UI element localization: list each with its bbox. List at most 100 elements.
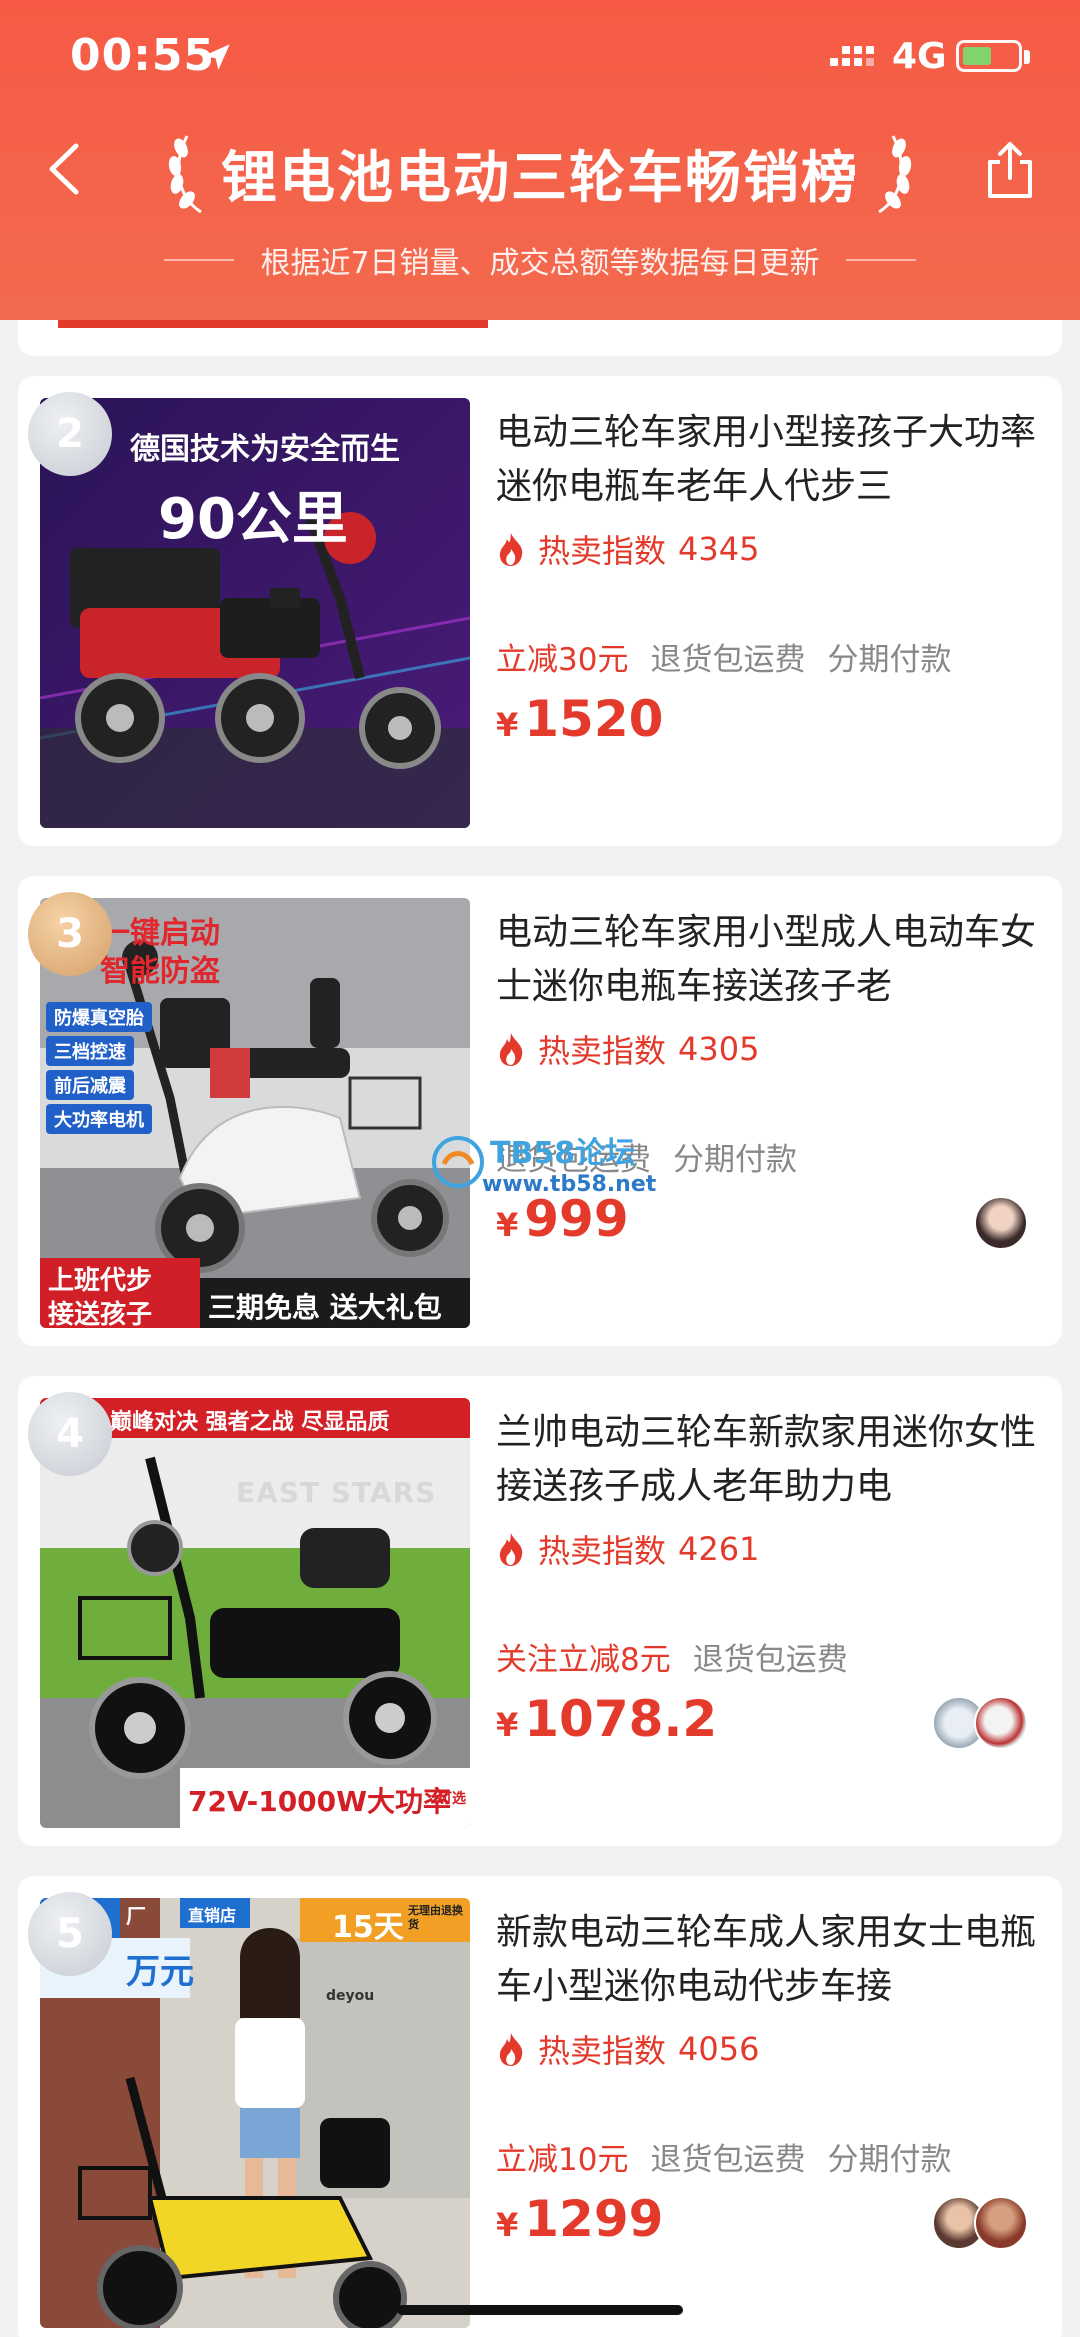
product-title[interactable]: 电动三轮车家用小型接孩子大功率迷你电瓶车老年人代步三 bbox=[496, 398, 1036, 506]
image-caption: 接送孩子 bbox=[48, 1300, 153, 1328]
status-time: 00:55 bbox=[70, 30, 216, 81]
rank-badge: 2 bbox=[28, 392, 112, 476]
flame-icon bbox=[499, 533, 523, 566]
hot-index-value: 4056 bbox=[678, 2030, 760, 2068]
tag-row: 关注立减8元 退货包运费 bbox=[496, 1634, 870, 1679]
currency-symbol: ¥ bbox=[496, 1706, 519, 1744]
image-caption: 巅峰对决 强者之战 尽显品质 bbox=[110, 1410, 390, 1435]
price: ¥ 1078.2 bbox=[496, 1690, 717, 1748]
flame-icon bbox=[499, 1533, 523, 1566]
signal-icon bbox=[830, 42, 874, 76]
hot-index-label: 热卖指数 bbox=[538, 1032, 667, 1070]
avatar bbox=[974, 2196, 1028, 2250]
feature-tag: 大功率电机 bbox=[46, 1104, 152, 1134]
product-image[interactable]: 德国技术为安全而生 90公里 bbox=[40, 398, 470, 828]
forum-watermark: TB58论坛 www.tb58.net bbox=[430, 1128, 680, 1208]
tag-row: 立减10元 退货包运费 分期付款 bbox=[496, 2134, 973, 2179]
price-value: 1520 bbox=[524, 690, 664, 748]
rank-badge: 4 bbox=[28, 1392, 112, 1476]
price: ¥ 1520 bbox=[496, 690, 663, 748]
currency-symbol: ¥ bbox=[496, 1206, 519, 1244]
buyer-avatars bbox=[932, 1696, 1028, 1750]
rank-badge: 5 bbox=[28, 1892, 112, 1976]
image-caption: 直销店 bbox=[188, 1906, 237, 1925]
service-tag: 退货包运费 bbox=[650, 2142, 806, 2178]
avatar bbox=[974, 1196, 1028, 1250]
service-tag: 退货包运费 bbox=[692, 1642, 848, 1678]
product-card[interactable]: 厂 直销店 万元 15天 无理由退换货 deyou 5 新款电动三轮车成人家用女… bbox=[18, 1876, 1062, 2337]
tag-row: 立减30元 退货包运费 分期付款 bbox=[496, 634, 973, 679]
discount-tag: 关注立减8元 bbox=[496, 1642, 671, 1678]
status-bar: 00:55 4G bbox=[0, 0, 1080, 120]
product-card[interactable]: 德国技术为安全而生 90公里 2 电动三轮车家用小型接孩子大功率迷你电瓶车老年人… bbox=[18, 376, 1062, 846]
currency-symbol: ¥ bbox=[496, 706, 519, 744]
product-card[interactable]: 巅峰对决 强者之战 尽显品质 EAST STARS 72V-1000W大功率 可… bbox=[18, 1376, 1062, 1846]
home-indicator[interactable] bbox=[397, 2305, 683, 2315]
subtitle-row: 根据近7日销量、成交总额等数据每日更新 bbox=[0, 238, 1080, 282]
image-caption: 无理由退换货 bbox=[408, 1904, 463, 1931]
feature-tag: 防爆真空胎 bbox=[46, 1002, 152, 1032]
subtitle-line-left bbox=[164, 259, 235, 261]
price: ¥ 1299 bbox=[496, 2190, 663, 2248]
image-caption: 厂 bbox=[126, 1904, 146, 1928]
image-caption: 可选 bbox=[438, 1791, 466, 1807]
product-info: 电动三轮车家用小型成人电动车女士迷你电瓶车接送孩子老 热卖指数 4305 退货包… bbox=[496, 898, 1036, 1328]
currency-symbol: ¥ bbox=[496, 2206, 519, 2244]
subtitle-line-right bbox=[845, 259, 916, 261]
price-value: 1078.2 bbox=[524, 1690, 718, 1748]
hot-index: 热卖指数 4261 bbox=[496, 1526, 1036, 1572]
rank-badge: 3 bbox=[28, 892, 112, 976]
image-caption: 智能防盗 bbox=[100, 954, 220, 989]
product-title[interactable]: 电动三轮车家用小型成人电动车女士迷你电瓶车接送孩子老 bbox=[496, 898, 1036, 1006]
hot-index-label: 热卖指数 bbox=[538, 532, 667, 570]
battery-icon bbox=[956, 40, 1022, 72]
discount-tag: 立减10元 bbox=[496, 2142, 629, 2178]
service-tag: 退货包运费 bbox=[650, 642, 806, 678]
back-arrow-icon[interactable] bbox=[36, 134, 96, 204]
tricycle-illustration bbox=[40, 1898, 470, 2328]
image-caption: 德国技术为安全而生 bbox=[130, 432, 400, 467]
feature-tag: 三档控速 bbox=[46, 1036, 134, 1066]
watermark-title: TB58论坛 bbox=[490, 1136, 636, 1171]
watermark-logo-icon bbox=[432, 1136, 484, 1188]
network-type: 4G bbox=[892, 36, 947, 77]
avatar bbox=[974, 1696, 1028, 1750]
flame-icon bbox=[499, 1033, 523, 1066]
image-caption: 上班代步 bbox=[48, 1266, 153, 1296]
laurel-left-icon bbox=[168, 135, 202, 214]
page-title: 锂电池电动三轮车畅销榜 bbox=[221, 145, 859, 211]
buyer-avatars bbox=[932, 2196, 1028, 2250]
location-arrow-icon bbox=[204, 44, 230, 70]
share-icon[interactable] bbox=[980, 138, 1040, 202]
product-title[interactable]: 新款电动三轮车成人家用女士电瓶车小型迷你电动代步车接 bbox=[496, 1898, 1036, 2006]
battery-tip bbox=[1024, 50, 1030, 64]
product-image[interactable]: 厂 直销店 万元 15天 无理由退换货 deyou bbox=[40, 1898, 470, 2328]
hot-index: 热卖指数 4305 bbox=[496, 1026, 1036, 1072]
product-info: 新款电动三轮车成人家用女士电瓶车小型迷你电动代步车接 热卖指数 4056 立减1… bbox=[496, 1898, 1036, 2328]
product-image[interactable]: 一键启动 智能防盗 防爆真空胎 三档控速 前后减震 大功率电机 上班代步 接送孩… bbox=[40, 898, 470, 1328]
image-caption: 万元 bbox=[126, 1952, 194, 1992]
hot-index-label: 热卖指数 bbox=[538, 2032, 667, 2070]
hot-index: 热卖指数 4056 bbox=[496, 2026, 1036, 2072]
page-subtitle: 根据近7日销量、成交总额等数据每日更新 bbox=[260, 246, 820, 281]
product-image[interactable]: 巅峰对决 强者之战 尽显品质 EAST STARS 72V-1000W大功率 可… bbox=[40, 1398, 470, 1828]
flame-icon bbox=[499, 2033, 523, 2066]
tricycle-illustration bbox=[40, 1398, 470, 1828]
product-info: 电动三轮车家用小型接孩子大功率迷你电瓶车老年人代步三 热卖指数 4345 立减3… bbox=[496, 398, 1036, 828]
image-caption: 15天 bbox=[332, 1910, 404, 1945]
product-info: 兰帅电动三轮车新款家用迷你女性接送孩子成人老年助力电 热卖指数 4261 关注立… bbox=[496, 1398, 1036, 1828]
image-caption: deyou bbox=[326, 1988, 375, 2004]
hot-index-value: 4305 bbox=[678, 1030, 760, 1068]
top-header: 00:55 4G 锂电池电动三轮车畅销榜 根据近7日销量、成交总额等数据每日更新 bbox=[0, 0, 1080, 320]
discount-tag: 立减30元 bbox=[496, 642, 629, 678]
image-caption: 三期免息 送大礼包 bbox=[208, 1291, 442, 1324]
hot-index: 热卖指数 4345 bbox=[496, 526, 1036, 572]
hot-index-label: 热卖指数 bbox=[538, 1532, 667, 1570]
hot-index-value: 4345 bbox=[678, 530, 760, 568]
service-tag: 分期付款 bbox=[827, 642, 952, 678]
laurel-right-icon bbox=[878, 135, 912, 214]
product-title[interactable]: 兰帅电动三轮车新款家用迷你女性接送孩子成人老年助力电 bbox=[496, 1398, 1036, 1506]
product-card[interactable]: 一键启动 智能防盗 防爆真空胎 三档控速 前后减震 大功率电机 上班代步 接送孩… bbox=[18, 876, 1062, 1346]
image-caption: 72V-1000W大功率 bbox=[188, 1785, 452, 1818]
buyer-avatars bbox=[974, 1196, 1028, 1250]
